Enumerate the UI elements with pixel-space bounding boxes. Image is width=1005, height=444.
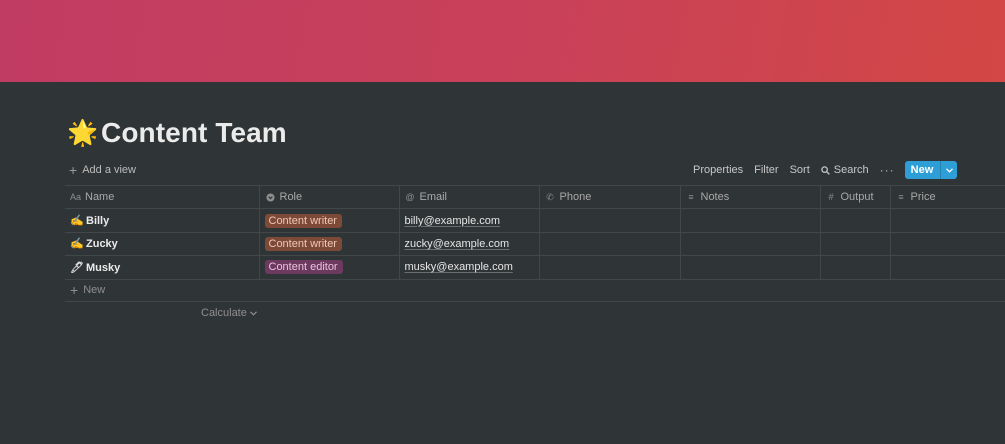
row-name: Zucky: [86, 238, 118, 251]
email-cell[interactable]: zucky@example.com: [398, 231, 540, 257]
column-header-output[interactable]: # Output: [819, 184, 891, 210]
column-header-phone[interactable]: ✆ Phone: [538, 184, 681, 210]
price-cell[interactable]: [889, 231, 1005, 257]
email-link[interactable]: billy@example.com: [405, 215, 501, 227]
chevron-down-icon[interactable]: [940, 161, 957, 179]
writing-hand-icon: ✍: [70, 215, 84, 228]
table-header-row: Aa Name Role @ Email ✆ Phone ≡ Notes # Output…: [65, 184, 1005, 210]
row-name: Musky: [86, 261, 121, 274]
column-label: Notes: [700, 191, 730, 204]
phone-cell[interactable]: [538, 255, 681, 280]
row-name: Billy: [86, 215, 110, 228]
table-row[interactable]: ✍ Zucky Content writer zucky@example.com: [65, 231, 1005, 257]
search-button[interactable]: Search: [821, 164, 869, 176]
phone-icon: ✆: [546, 191, 554, 202]
new-row-label: New: [83, 284, 106, 296]
at-icon: @: [405, 192, 415, 203]
more-options-icon[interactable]: ···: [880, 163, 895, 177]
pen-icon: 🖊: [70, 261, 84, 274]
chevron-down-icon: [249, 309, 257, 318]
email-cell[interactable]: billy@example.com: [398, 208, 540, 233]
role-cell[interactable]: Content writer: [258, 208, 400, 233]
new-record-button[interactable]: New: [904, 161, 958, 179]
name-cell[interactable]: 🖊 Musky: [65, 255, 260, 280]
writing-hand-icon: ✍: [70, 238, 84, 251]
email-link[interactable]: zucky@example.com: [405, 238, 510, 250]
database-toolbar: Properties Filter Sort Search ··· New: [693, 160, 958, 180]
page-cover[interactable]: [0, 0, 1005, 82]
column-header-name[interactable]: Aa Name: [65, 184, 260, 210]
column-label: Output: [840, 191, 874, 204]
sort-button[interactable]: Sort: [790, 164, 810, 176]
search-label: Search: [833, 164, 869, 176]
plus-icon: +: [69, 162, 78, 178]
search-icon: [821, 165, 830, 175]
calculate-label: Calculate: [201, 307, 247, 319]
phone-cell[interactable]: [538, 208, 681, 233]
add-row-button[interactable]: + New: [65, 279, 1005, 302]
filter-button[interactable]: Filter: [754, 164, 778, 176]
text-icon: Aa: [70, 192, 82, 203]
add-view-button[interactable]: + Add a view: [67, 162, 136, 178]
glowing-star-icon[interactable]: 🌟: [67, 120, 98, 146]
view-bar: + Add a view Properties Filter Sort Sear…: [67, 160, 1005, 180]
notes-cell[interactable]: [679, 208, 821, 233]
column-header-role[interactable]: Role: [258, 184, 400, 210]
output-cell[interactable]: [819, 231, 891, 257]
page-title[interactable]: Content Team: [101, 117, 287, 149]
column-label: Price: [910, 191, 936, 204]
table-row[interactable]: ✍ Billy Content writer billy@example.com: [65, 208, 1005, 233]
email-link[interactable]: musky@example.com: [405, 261, 513, 273]
plus-icon: +: [70, 282, 79, 298]
role-tag: Content writer: [264, 236, 342, 251]
role-cell[interactable]: Content editor: [258, 255, 400, 280]
calculate-button[interactable]: Calculate: [201, 307, 257, 319]
column-header-notes[interactable]: ≡ Notes: [679, 184, 821, 210]
lines-icon: ≡: [898, 192, 904, 203]
add-view-label: Add a view: [82, 164, 136, 176]
column-label: Role: [279, 191, 303, 204]
phone-cell[interactable]: [538, 231, 681, 257]
lines-icon: ≡: [688, 192, 694, 203]
price-cell[interactable]: [889, 255, 1005, 280]
table-row[interactable]: 🖊 Musky Content editor musky@example.com: [65, 255, 1005, 280]
name-cell[interactable]: ✍ Zucky: [65, 231, 260, 257]
hash-icon: #: [828, 192, 834, 203]
database-table: Aa Name Role @ Email ✆ Phone ≡ Notes # Output…: [65, 184, 1005, 280]
title-row: 🌟 Content Team: [67, 114, 287, 152]
column-header-email[interactable]: @ Email: [398, 184, 540, 210]
output-cell[interactable]: [819, 255, 891, 280]
notes-cell[interactable]: [679, 231, 821, 257]
column-label: Email: [419, 191, 448, 204]
role-cell[interactable]: Content writer: [258, 231, 400, 257]
column-label: Name: [85, 191, 115, 204]
output-cell[interactable]: [819, 208, 891, 233]
select-icon: [265, 192, 276, 203]
price-cell[interactable]: [889, 208, 1005, 233]
email-cell[interactable]: musky@example.com: [398, 255, 540, 280]
role-tag: Content writer: [264, 213, 342, 228]
column-label: Phone: [559, 191, 592, 204]
name-cell[interactable]: ✍ Billy: [65, 208, 260, 233]
new-button-label[interactable]: New: [905, 161, 941, 179]
notes-cell[interactable]: [679, 255, 821, 280]
role-tag: Content editor: [264, 260, 343, 275]
properties-button[interactable]: Properties: [693, 164, 743, 176]
column-header-price[interactable]: ≡ Price: [889, 184, 1005, 210]
